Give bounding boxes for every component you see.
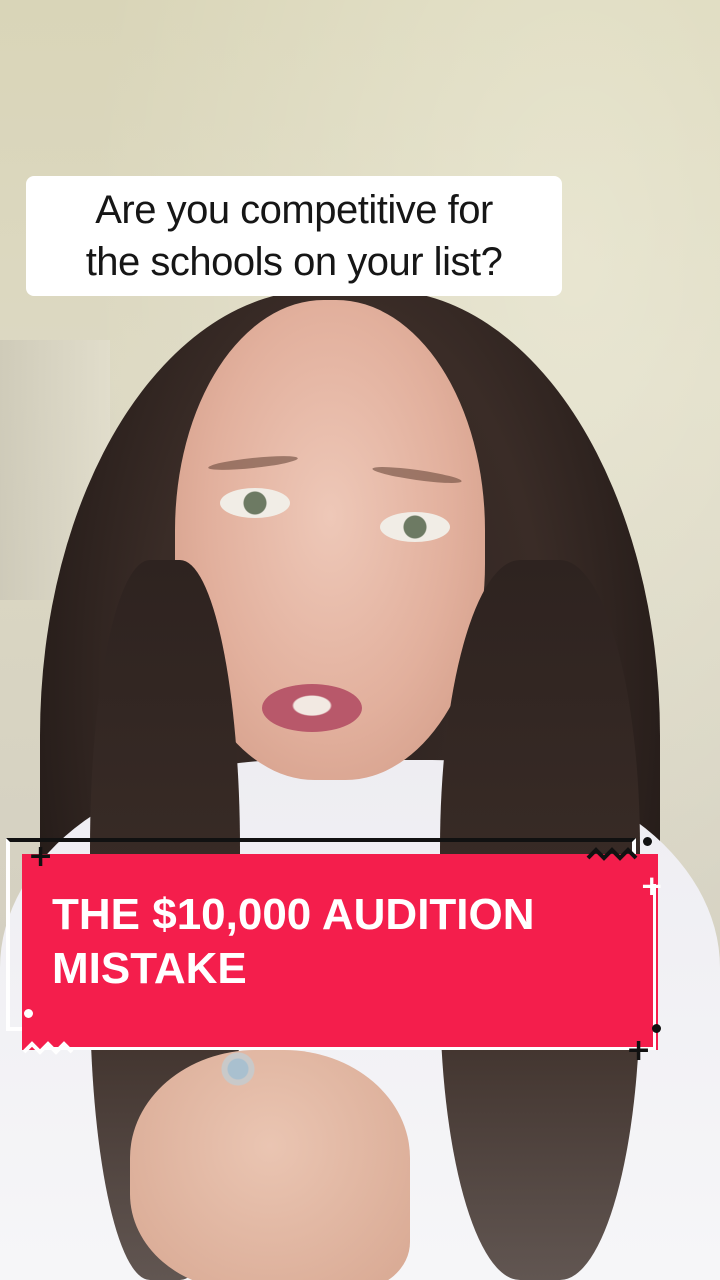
question-line-1: Are you competitive for	[95, 188, 493, 232]
question-line-2: the schools on your list?	[85, 240, 503, 284]
dot-decoration-icon	[643, 837, 652, 846]
plus-decoration-icon: +	[626, 1033, 652, 1068]
banner-line-2: MISTAKE	[52, 944, 247, 993]
zigzag-decoration-icon	[586, 847, 638, 861]
left-eye	[220, 488, 290, 518]
dot-decoration-icon	[24, 1009, 33, 1018]
pointing-hand	[130, 1050, 410, 1280]
plus-decoration-icon: +	[28, 839, 54, 874]
banner-line-1: THE $10,000 AUDITION	[52, 890, 535, 939]
video-frame[interactable]: Are you competitive for the schools on y…	[0, 0, 720, 1280]
mouth	[262, 684, 362, 732]
dot-decoration-icon	[652, 1024, 661, 1033]
title-banner: THE $10,000 AUDITION MISTAKE + + +	[0, 830, 720, 1070]
zigzag-decoration-icon	[22, 1041, 74, 1055]
question-caption: Are you competitive for the schools on y…	[26, 176, 562, 296]
right-eye	[380, 512, 450, 542]
plus-decoration-icon: +	[640, 869, 664, 902]
banner-title: THE $10,000 AUDITION MISTAKE	[52, 888, 632, 996]
